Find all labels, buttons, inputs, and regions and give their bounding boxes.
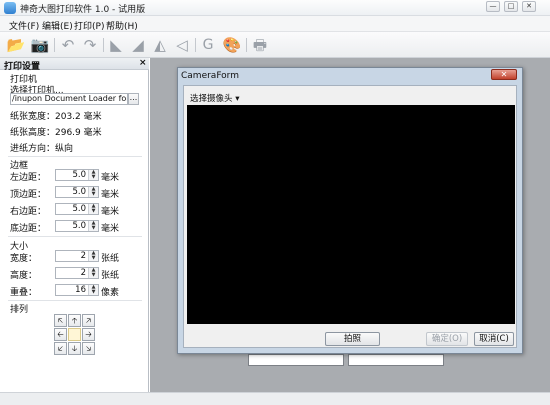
size-width-unit: 张纸 [101, 254, 120, 264]
close-button[interactable]: ✕ [522, 1, 536, 12]
arrange-section-title: 排列 [10, 305, 29, 315]
size-height-unit: 张纸 [101, 271, 120, 281]
panel-close-button[interactable]: × [139, 58, 147, 68]
margin-top-value: 5.0 [72, 187, 86, 197]
spin-arrows-icon[interactable]: ▲ ▼ [88, 285, 98, 295]
app-icon [4, 2, 16, 14]
camera-preview [187, 105, 515, 324]
spin-arrows-icon[interactable]: ▲ ▼ [88, 251, 98, 261]
margin-top-stepper[interactable]: 5.0 ▲ ▼ [55, 186, 99, 198]
redo-icon[interactable]: ↷ [80, 36, 100, 54]
print-icon[interactable]: 🖶 [250, 36, 270, 54]
size-height-label: 高度： [10, 271, 38, 281]
panel-title: 打印设置 [4, 62, 41, 72]
arrow-right-icon[interactable]: 🡢 [82, 328, 95, 341]
status-bar [0, 392, 550, 405]
toolbar-separator [103, 38, 104, 52]
undo-icon[interactable]: ↶ [58, 36, 78, 54]
browse-printer-button[interactable]: ... [128, 93, 139, 105]
overlap-unit: 像素 [101, 288, 120, 298]
arrow-down-right-icon[interactable]: 🡦 [82, 342, 95, 355]
camera-dialog: CameraForm ✕ 选择摄像头 ▾ 拍照 确定(O) 取消(C) [177, 67, 523, 354]
arrange-grid: 🡤 🡡 🡥 🡠 🡢 🡧 🡣 🡦 [54, 314, 98, 358]
spin-arrows-icon[interactable]: ▲ ▼ [88, 170, 98, 180]
size-width-stepper[interactable]: 2 ▲ ▼ [55, 250, 99, 262]
paper-sheet [348, 354, 444, 366]
print-settings-panel: 打印设置 × 打印机 选择打印机... /inupon Document Loa… [0, 58, 149, 392]
size-width-label: 宽度： [10, 254, 38, 264]
paper-width-text: 纸张宽度：203.2 毫米 [10, 112, 102, 122]
cancel-button[interactable]: 取消(C) [474, 332, 514, 346]
margin-bottom-unit: 毫米 [101, 224, 120, 234]
margin-bottom-value: 5.0 [72, 221, 86, 231]
margin-top-unit: 毫米 [101, 190, 120, 200]
divider [8, 300, 142, 301]
dialog-title: CameraForm [181, 71, 239, 81]
toolbar-separator [54, 38, 55, 52]
arrow-up-left-icon[interactable]: 🡤 [54, 314, 67, 327]
size-height-value: 2 [80, 268, 86, 278]
dialog-close-button[interactable]: ✕ [491, 69, 517, 80]
arrange-center-cell[interactable] [68, 328, 81, 341]
divider [8, 236, 142, 237]
menu-help[interactable]: 帮助(H) [106, 19, 138, 32]
arrow-left-icon[interactable]: 🡠 [54, 328, 67, 341]
feed-direction-text: 进纸方向：纵向 [10, 144, 74, 154]
arrow-down-left-icon[interactable]: 🡧 [54, 342, 67, 355]
margin-right-unit: 毫米 [101, 207, 120, 217]
margin-bottom-label: 底边距： [10, 224, 47, 234]
maximize-button[interactable]: □ [504, 1, 518, 12]
flip-horizontal-icon[interactable]: ◭ [150, 36, 170, 54]
ok-button[interactable]: 确定(O) [426, 332, 468, 346]
grayscale-icon[interactable]: G [198, 36, 218, 54]
title-bar: 神奇大图打印软件 1.0 - 试用版 — □ ✕ [0, 0, 550, 16]
flip-vertical-icon[interactable]: ◁ [172, 36, 192, 54]
arrow-up-icon[interactable]: 🡡 [68, 314, 81, 327]
margin-left-unit: 毫米 [101, 173, 120, 183]
open-icon[interactable]: 📂 [6, 36, 26, 54]
menu-print[interactable]: 打印(P) [74, 19, 104, 32]
margin-left-value: 5.0 [72, 170, 86, 180]
margin-right-stepper[interactable]: 5.0 ▲ ▼ [55, 203, 99, 215]
arrow-up-right-icon[interactable]: 🡥 [82, 314, 95, 327]
menu-bar: 文件(F) 编辑(E) 打印(P) 帮助(H) [0, 16, 550, 32]
menu-file[interactable]: 文件(F) [9, 19, 39, 32]
printer-field[interactable]: /inupon Document Loader for 2000 [10, 93, 128, 105]
spin-arrows-icon[interactable]: ▲ ▼ [88, 204, 98, 214]
overlap-value: 16 [75, 285, 86, 295]
panel-header: 打印设置 × [0, 58, 149, 72]
rotate-left-icon[interactable]: ◣ [106, 36, 126, 54]
margin-right-label: 右边距： [10, 207, 47, 217]
overlap-stepper[interactable]: 16 ▲ ▼ [55, 284, 99, 296]
size-width-value: 2 [80, 251, 86, 261]
toolbar-separator [246, 38, 247, 52]
window-title: 神奇大图打印软件 1.0 - 试用版 [20, 5, 146, 15]
spin-arrows-icon[interactable]: ▲ ▼ [88, 221, 98, 231]
camera-icon[interactable]: 📷 [30, 36, 50, 54]
dialog-body: 选择摄像头 ▾ 拍照 确定(O) 取消(C) [183, 85, 517, 348]
spin-arrows-icon[interactable]: ▲ ▼ [88, 187, 98, 197]
rotate-right-icon[interactable]: ◢ [128, 36, 148, 54]
margin-left-label: 左边距： [10, 173, 47, 183]
minimize-button[interactable]: — [486, 1, 500, 12]
paper-height-text: 纸张高度：296.9 毫米 [10, 128, 102, 138]
size-height-stepper[interactable]: 2 ▲ ▼ [55, 267, 99, 279]
margin-bottom-stepper[interactable]: 5.0 ▲ ▼ [55, 220, 99, 232]
toolbar: 📂 📷 ↶ ↷ ◣ ◢ ◭ ◁ G 🎨 🖶 [0, 32, 550, 58]
paper-sheet [248, 354, 344, 366]
palette-icon[interactable]: 🎨 [222, 36, 242, 54]
camera-select-menu[interactable]: 选择摄像头 ▾ [190, 92, 239, 104]
margin-left-stepper[interactable]: 5.0 ▲ ▼ [55, 169, 99, 181]
capture-button[interactable]: 拍照 [325, 332, 380, 346]
margin-top-label: 顶边距： [10, 190, 47, 200]
margin-right-value: 5.0 [72, 204, 86, 214]
divider [8, 156, 142, 157]
spin-arrows-icon[interactable]: ▲ ▼ [88, 268, 98, 278]
menu-edit[interactable]: 编辑(E) [42, 19, 73, 32]
toolbar-separator [195, 38, 196, 52]
arrow-down-icon[interactable]: 🡣 [68, 342, 81, 355]
overlap-label: 重叠： [10, 288, 38, 298]
